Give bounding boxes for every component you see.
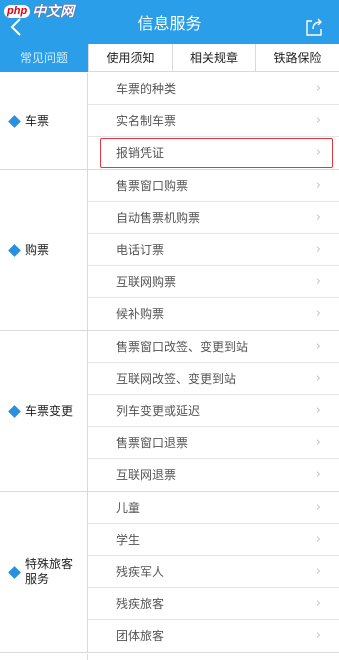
diamond-bullet-icon <box>8 404 21 418</box>
section-purchase: 购票 售票窗口购票 › 自动售票机购票 › 电话订票 › 互联网购票 › 候补购票 › <box>0 170 339 331</box>
section-ticket-changes: 车票变更 售票窗口改签、变更到站 › 互联网改签、变更到站 › 列车变更或延迟 › 售… <box>0 331 339 492</box>
diamond-bullet-icon <box>8 243 21 257</box>
category-label: 车票变更 <box>25 403 74 418</box>
list-item-online-change[interactable]: 互联网改签、变更到站 › <box>88 363 339 395</box>
tab-bar: 常见问题 使用须知 相关规章 铁路保险 <box>0 44 339 72</box>
list-item-children[interactable]: 儿童 › <box>88 492 339 524</box>
category-special-services: 特殊旅客服务 <box>0 492 88 652</box>
chevron-right-icon: › <box>315 403 321 418</box>
list-item-ticket-types[interactable]: 车票的种类 › <box>88 73 339 105</box>
diamond-bullet-icon <box>8 114 21 128</box>
list-item-window-change[interactable]: 售票窗口改签、变更到站 › <box>88 331 339 363</box>
chevron-right-icon: › <box>315 628 321 643</box>
category-purchase: 购票 <box>0 170 88 330</box>
tab-faq[interactable]: 常见问题 <box>0 44 88 72</box>
list-item-group-passengers[interactable]: 团体旅客 › <box>88 620 339 652</box>
chevron-right-icon: › <box>315 596 321 611</box>
chevron-right-icon: › <box>315 81 321 96</box>
category-label: 特殊旅客服务 <box>25 557 74 586</box>
category-label: 购票 <box>25 242 50 257</box>
list-item-window-purchase[interactable]: 售票窗口购票 › <box>88 170 339 202</box>
list-item-waitlist-purchase[interactable]: 候补购票 › <box>88 298 339 330</box>
chevron-right-icon: › <box>315 145 321 160</box>
list-item-online-purchase[interactable]: 互联网购票 › <box>88 266 339 298</box>
list-item-students[interactable]: 学生 › <box>88 524 339 556</box>
tab-railway-insurance[interactable]: 铁路保险 <box>255 44 339 72</box>
watermark-text: 中文网 <box>32 4 75 20</box>
watermark-brand: php <box>4 4 31 18</box>
tab-usage-notes[interactable]: 使用须知 <box>88 44 172 72</box>
list-item-phone-booking[interactable]: 电话订票 › <box>88 234 339 266</box>
list-item-real-name-tickets[interactable]: 实名制车票 › <box>88 105 339 137</box>
list-item-disabled-passengers[interactable]: 残疾旅客 › <box>88 588 339 620</box>
list-item-machine-purchase[interactable]: 自动售票机购票 › <box>88 202 339 234</box>
category-ticket-changes: 车票变更 <box>0 331 88 491</box>
chevron-right-icon: › <box>315 435 321 450</box>
chevron-right-icon: › <box>315 306 321 321</box>
next-section-edge <box>0 654 339 660</box>
chevron-right-icon: › <box>315 339 321 354</box>
chevron-right-icon: › <box>315 500 321 515</box>
category-label: 车票 <box>25 113 50 128</box>
list-item-online-refund[interactable]: 互联网退票 › <box>88 459 339 491</box>
chevron-right-icon: › <box>315 564 321 579</box>
list-item-disabled-soldiers[interactable]: 残疾军人 › <box>88 556 339 588</box>
category-tickets: 车票 <box>0 73 88 169</box>
chevron-right-icon: › <box>315 467 321 482</box>
chevron-right-icon: › <box>315 178 321 193</box>
share-icon[interactable] <box>303 16 325 38</box>
list-item-train-change-delay[interactable]: 列车变更或延迟 › <box>88 395 339 427</box>
section-special-services: 特殊旅客服务 儿童 › 学生 › 残疾军人 › 残疾旅客 › 团体旅客 › <box>0 492 339 653</box>
chevron-right-icon: › <box>315 274 321 289</box>
chevron-right-icon: › <box>315 371 321 386</box>
faq-list: 车票 车票的种类 › 实名制车票 › 报销凭证 › 购票 售票窗口购票 › 自动售票机购… <box>0 73 339 653</box>
chevron-right-icon: › <box>315 113 321 128</box>
chevron-right-icon: › <box>315 242 321 257</box>
diamond-bullet-icon <box>8 565 21 579</box>
chevron-right-icon: › <box>315 210 321 225</box>
php-watermark-logo: php 中文网 <box>4 2 74 20</box>
section-tickets: 车票 车票的种类 › 实名制车票 › 报销凭证 › <box>0 73 339 170</box>
tab-regulations[interactable]: 相关规章 <box>172 44 255 72</box>
chevron-right-icon: › <box>315 532 321 547</box>
list-item-reimbursement-voucher[interactable]: 报销凭证 › <box>88 137 339 169</box>
header-bar: 信息服务 php 中文网 <box>0 0 339 44</box>
list-item-window-refund[interactable]: 售票窗口退票 › <box>88 427 339 459</box>
